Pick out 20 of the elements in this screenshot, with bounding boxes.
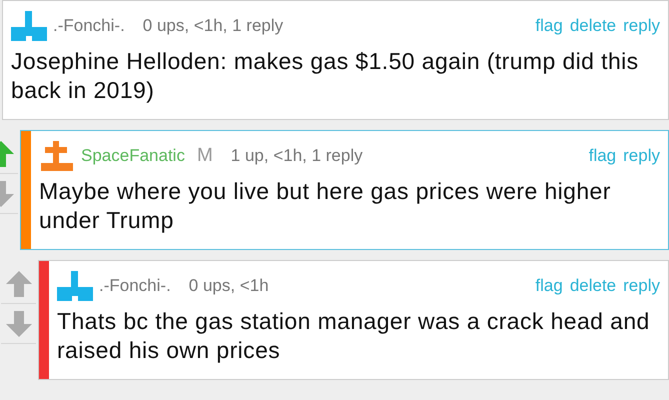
username-link[interactable]: .-Fonchi-. xyxy=(53,13,125,39)
action-link[interactable]: delete xyxy=(570,273,616,299)
action-link[interactable]: reply xyxy=(623,143,660,169)
username-link[interactable]: SpaceFanatic xyxy=(81,143,185,169)
moderator-label: M xyxy=(196,144,213,168)
downvote-icon[interactable] xyxy=(6,310,32,336)
action-link[interactable]: delete xyxy=(570,13,616,39)
action-link[interactable]: reply xyxy=(623,13,660,39)
comment-text: Maybe where you live but here gas prices were higher under Trump xyxy=(39,177,612,235)
action-link[interactable]: reply xyxy=(623,273,660,299)
username-link[interactable]: .-Fonchi-. xyxy=(99,273,171,299)
action-link[interactable]: flag xyxy=(535,273,563,299)
comment-text: Thats bc the gas station manager was a crack head and raised his own prices xyxy=(57,307,651,365)
comment-text: Josephine Helloden: makes gas $1.50 again (trump did this back in 2019) xyxy=(11,47,640,105)
action-link[interactable]: flag xyxy=(535,13,563,39)
comment-meta: 0 ups, <1h, 1 reply xyxy=(142,15,284,38)
upvote-icon[interactable] xyxy=(6,270,32,296)
comment-meta: 0 ups, <1h xyxy=(188,275,269,298)
comment-meta: 1 up, <1h, 1 reply xyxy=(230,145,363,168)
action-link[interactable]: flag xyxy=(588,143,616,169)
